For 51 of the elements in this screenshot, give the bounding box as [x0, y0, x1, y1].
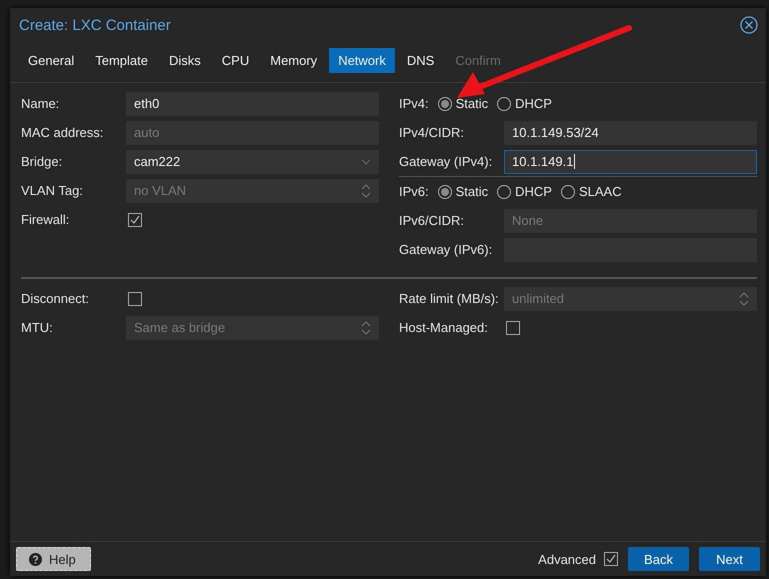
- radio-button[interactable]: [497, 96, 512, 110]
- checkbox[interactable]: [604, 552, 618, 566]
- radio-label: DHCP: [515, 184, 552, 199]
- field-label: Gateway (IPv6):: [399, 242, 494, 257]
- tab[interactable]: Network: [329, 48, 395, 73]
- checkbox[interactable]: [506, 320, 520, 334]
- checkbox[interactable]: [128, 292, 142, 306]
- spinner-arrows-icon: [361, 320, 371, 336]
- nav-button[interactable]: Back: [628, 547, 689, 571]
- input-field[interactable]: 10.1.149.1: [504, 150, 757, 174]
- radio-label: SLAAC: [578, 184, 622, 199]
- close-icon[interactable]: [740, 16, 758, 34]
- radio-label: Static: [456, 96, 488, 111]
- nav-button[interactable]: Next: [699, 547, 760, 571]
- radio-button[interactable]: [438, 184, 452, 198]
- field-label: Name:: [21, 96, 60, 111]
- tab[interactable]: General: [19, 48, 84, 73]
- radio-label: Static: [456, 184, 488, 199]
- field-label: MTU:: [21, 320, 54, 335]
- field-label: Disconnect:: [21, 291, 90, 306]
- field-label: IPv6/CIDR:: [399, 213, 466, 228]
- help-icon: [29, 552, 42, 566]
- checkbox[interactable]: [128, 212, 142, 226]
- tab[interactable]: Disks: [160, 48, 210, 73]
- radio-button[interactable]: [560, 184, 575, 198]
- radio-button[interactable]: [438, 96, 452, 110]
- field-label: VLAN Tag:: [21, 183, 84, 198]
- tab[interactable]: DNS: [398, 48, 444, 73]
- help-button[interactable]: Help: [16, 547, 91, 571]
- tab[interactable]: Memory: [261, 48, 326, 73]
- field-label: MAC address:: [21, 125, 104, 140]
- tab[interactable]: Template: [86, 48, 157, 73]
- radio-button[interactable]: [497, 184, 512, 198]
- tab[interactable]: CPU: [212, 48, 258, 73]
- field-label: IPv6:: [399, 184, 429, 199]
- input-field[interactable]: 10.1.149.53/24: [504, 120, 757, 144]
- input-field[interactable]: eth0: [126, 92, 379, 116]
- field-label: Rate limit (MB/s):: [399, 291, 500, 306]
- spinner-arrows-icon: [739, 290, 749, 306]
- radio-label: DHCP: [515, 96, 552, 111]
- field-label: Bridge:: [21, 154, 64, 169]
- field-label: Firewall:: [21, 212, 70, 227]
- field-label: Host-Managed:: [399, 320, 489, 335]
- chevron-down-icon: [361, 158, 371, 164]
- dropdown-field[interactable]: cam222: [126, 150, 379, 174]
- field-label: IPv4/CIDR:: [399, 125, 466, 140]
- advanced-label: Advanced: [538, 552, 596, 566]
- field-label: IPv4:: [399, 96, 429, 111]
- spinner-arrows-icon: [361, 182, 371, 198]
- field-label: Gateway (IPv4):: [399, 154, 494, 169]
- window-title: Create: LXC Container: [19, 16, 171, 34]
